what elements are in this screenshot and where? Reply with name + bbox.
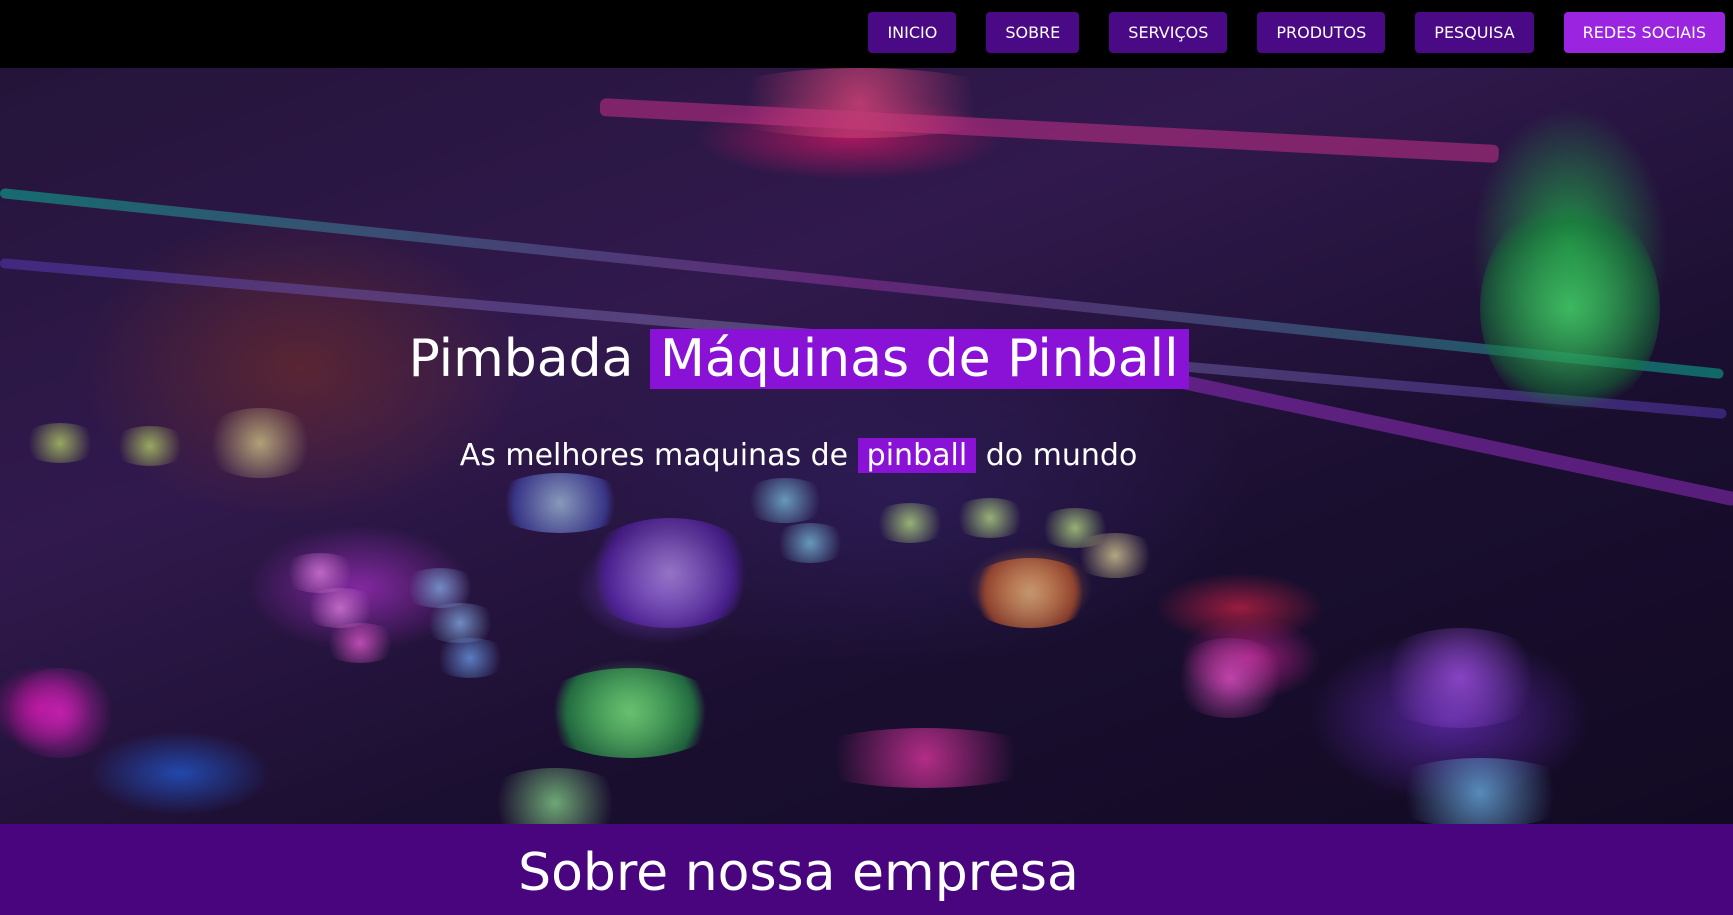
nav-link-inicio[interactable]: INICIO: [868, 12, 957, 53]
nav-list: INICIO SOBRE SERVIÇOS PRODUTOS PESQUISA …: [868, 12, 1725, 53]
about-section: Sobre nossa empresa: [0, 824, 1733, 915]
nav-link-redes-sociais[interactable]: REDES SOCIAIS: [1563, 12, 1725, 53]
nav-entry-pesquisa: PESQUISA: [1415, 12, 1534, 53]
nav-link-sobre[interactable]: SOBRE: [986, 12, 1080, 53]
nav-entry-servicos: SERVIÇOS: [1109, 12, 1228, 53]
hero-subtitle-text: As melhores maquinas de: [459, 438, 849, 473]
nav-entry-produtos: PRODUTOS: [1257, 12, 1386, 53]
nav-link-servicos[interactable]: SERVIÇOS: [1109, 12, 1228, 53]
top-navbar: INICIO SOBRE SERVIÇOS PRODUTOS PESQUISA …: [0, 0, 1733, 68]
nav-link-pesquisa[interactable]: PESQUISA: [1415, 12, 1534, 53]
hero-subtitle: As melhores maquinas de pinball do mundo: [0, 434, 1597, 478]
hero-subtitle-highlight: pinball: [857, 438, 977, 473]
nav-entry-sobre: SOBRE: [986, 12, 1080, 53]
hero-title: Pimbada Máquinas de Pinball: [0, 323, 1597, 395]
about-section-title: Sobre nossa empresa: [518, 843, 1079, 903]
hero-section: Pimbada Máquinas de Pinball As melhores …: [0, 68, 1733, 824]
nav-entry-inicio: INICIO: [868, 12, 957, 53]
nav-link-produtos[interactable]: PRODUTOS: [1257, 12, 1386, 53]
hero-title-highlight: Máquinas de Pinball: [650, 329, 1189, 389]
hero-title-brand: Pimbada: [408, 329, 634, 389]
hero-subtitle-suffix: do mundo: [985, 438, 1138, 473]
nav-entry-redes-sociais: REDES SOCIAIS: [1563, 12, 1725, 53]
